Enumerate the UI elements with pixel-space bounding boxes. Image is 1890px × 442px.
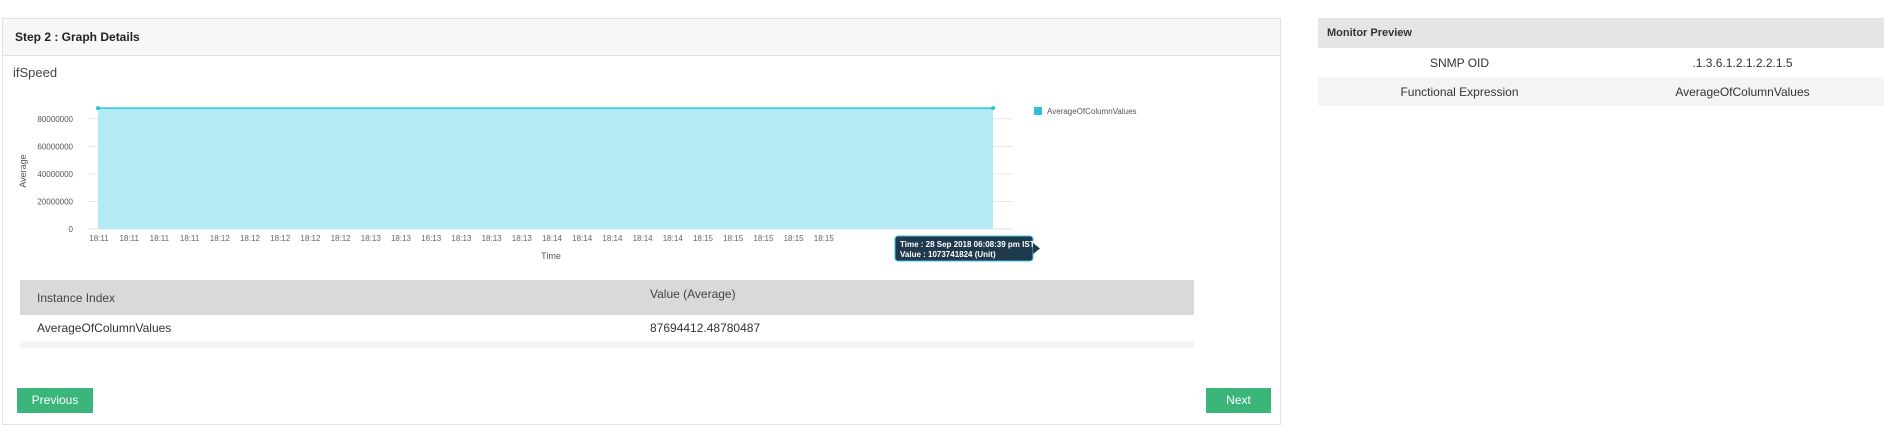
next-button[interactable]: Next bbox=[1206, 388, 1271, 413]
legend-label: AverageOfColumnValues bbox=[1047, 107, 1137, 116]
previous-button[interactable]: Previous bbox=[17, 388, 93, 413]
x-tick-label: 18:14 bbox=[633, 234, 654, 243]
panel-title: Step 2 : Graph Details bbox=[3, 19, 1280, 56]
x-tick-label: 18:15 bbox=[693, 234, 714, 243]
x-tick-label: 18:13 bbox=[421, 234, 442, 243]
x-tick-label: 18:12 bbox=[331, 234, 352, 243]
cell-instance: AverageOfColumnValues bbox=[37, 321, 172, 335]
x-tick-label: 18:15 bbox=[723, 234, 744, 243]
y-tick-label: 40000000 bbox=[37, 170, 73, 179]
tooltip-time: Time : 28 Sep 2018 06:08:39 pm IST bbox=[900, 240, 1035, 249]
preview-value: AverageOfColumnValues bbox=[1675, 84, 1810, 99]
monitor-preview-title: Monitor Preview bbox=[1318, 18, 1884, 48]
x-tick-label: 18:12 bbox=[270, 234, 291, 243]
data-point bbox=[991, 106, 995, 111]
x-tick-label: 18:11 bbox=[89, 234, 109, 243]
x-tick-label: 18:13 bbox=[361, 234, 382, 243]
table-header-row: Instance Index Value (Average) bbox=[20, 280, 1194, 315]
y-tick-label: 0 bbox=[69, 225, 74, 234]
x-tick-label: 18:12 bbox=[300, 234, 321, 243]
y-tick-label: 20000000 bbox=[37, 197, 73, 206]
data-point bbox=[96, 106, 100, 111]
preview-row-functional-expression: Functional Expression AverageOfColumnVal… bbox=[1318, 77, 1884, 106]
legend[interactable]: AverageOfColumnValues bbox=[1034, 107, 1137, 116]
chart-tooltip: Time : 28 Sep 2018 06:08:39 pm IST Value… bbox=[894, 235, 1040, 262]
x-tick-label: 18:12 bbox=[210, 234, 231, 243]
x-tick-label: 18:11 bbox=[150, 234, 170, 243]
header-instance-index: Instance Index bbox=[37, 290, 116, 305]
y-tick-label: 80000000 bbox=[37, 115, 73, 124]
data-table: Instance Index Value (Average) AverageOf… bbox=[20, 280, 1194, 348]
x-tick-label: 18:15 bbox=[753, 234, 774, 243]
cell-value: 87694412.48780487 bbox=[650, 321, 761, 335]
preview-value: .1.3.6.1.2.1.2.2.1.5 bbox=[1692, 55, 1793, 70]
y-tick-label: 60000000 bbox=[37, 142, 73, 151]
preview-key: SNMP OID bbox=[1429, 55, 1490, 70]
x-tick-label: 18:15 bbox=[814, 234, 835, 243]
x-tick-label: 18:14 bbox=[602, 234, 623, 243]
x-tick-label: 18:12 bbox=[240, 234, 261, 243]
x-tick-label: 18:13 bbox=[391, 234, 412, 243]
tooltip-value: Value : 1073741824 (Unit) bbox=[900, 250, 996, 259]
x-tick-label: 18:11 bbox=[180, 234, 200, 243]
table-row: AverageOfColumnValues 87694412.48780487 bbox=[20, 315, 1194, 348]
x-tick-label: 18:15 bbox=[784, 234, 805, 243]
x-tick-label: 18:13 bbox=[512, 234, 533, 243]
preview-row-snmp-oid: SNMP OID .1.3.6.1.2.1.2.2.1.5 bbox=[1318, 48, 1884, 77]
chart: 0 20000000 40000000 60000000 80000000 18:11 1… bbox=[18, 106, 1137, 262]
preview-key: Functional Expression bbox=[1400, 84, 1519, 99]
x-tick-label: 18:11 bbox=[119, 234, 139, 243]
x-tick-label: 18:13 bbox=[482, 234, 503, 243]
x-tick-label: 18:14 bbox=[542, 234, 563, 243]
graph-details-panel: Step 2 : Graph Details ifSpeed 0 20000000… bbox=[2, 18, 1281, 425]
x-axis-label: Time bbox=[541, 251, 561, 261]
legend-swatch bbox=[1034, 107, 1042, 115]
x-tick-label: 18:14 bbox=[572, 234, 593, 243]
x-tick-label: 18:14 bbox=[663, 234, 684, 243]
x-tick-label: 18:13 bbox=[451, 234, 472, 243]
area-fill bbox=[98, 108, 993, 229]
y-axis-label: Average bbox=[18, 154, 28, 187]
header-value-average: Value (Average) bbox=[650, 287, 736, 301]
monitor-preview-panel: Monitor Preview SNMP OID .1.3.6.1.2.1.2.… bbox=[1318, 18, 1884, 106]
